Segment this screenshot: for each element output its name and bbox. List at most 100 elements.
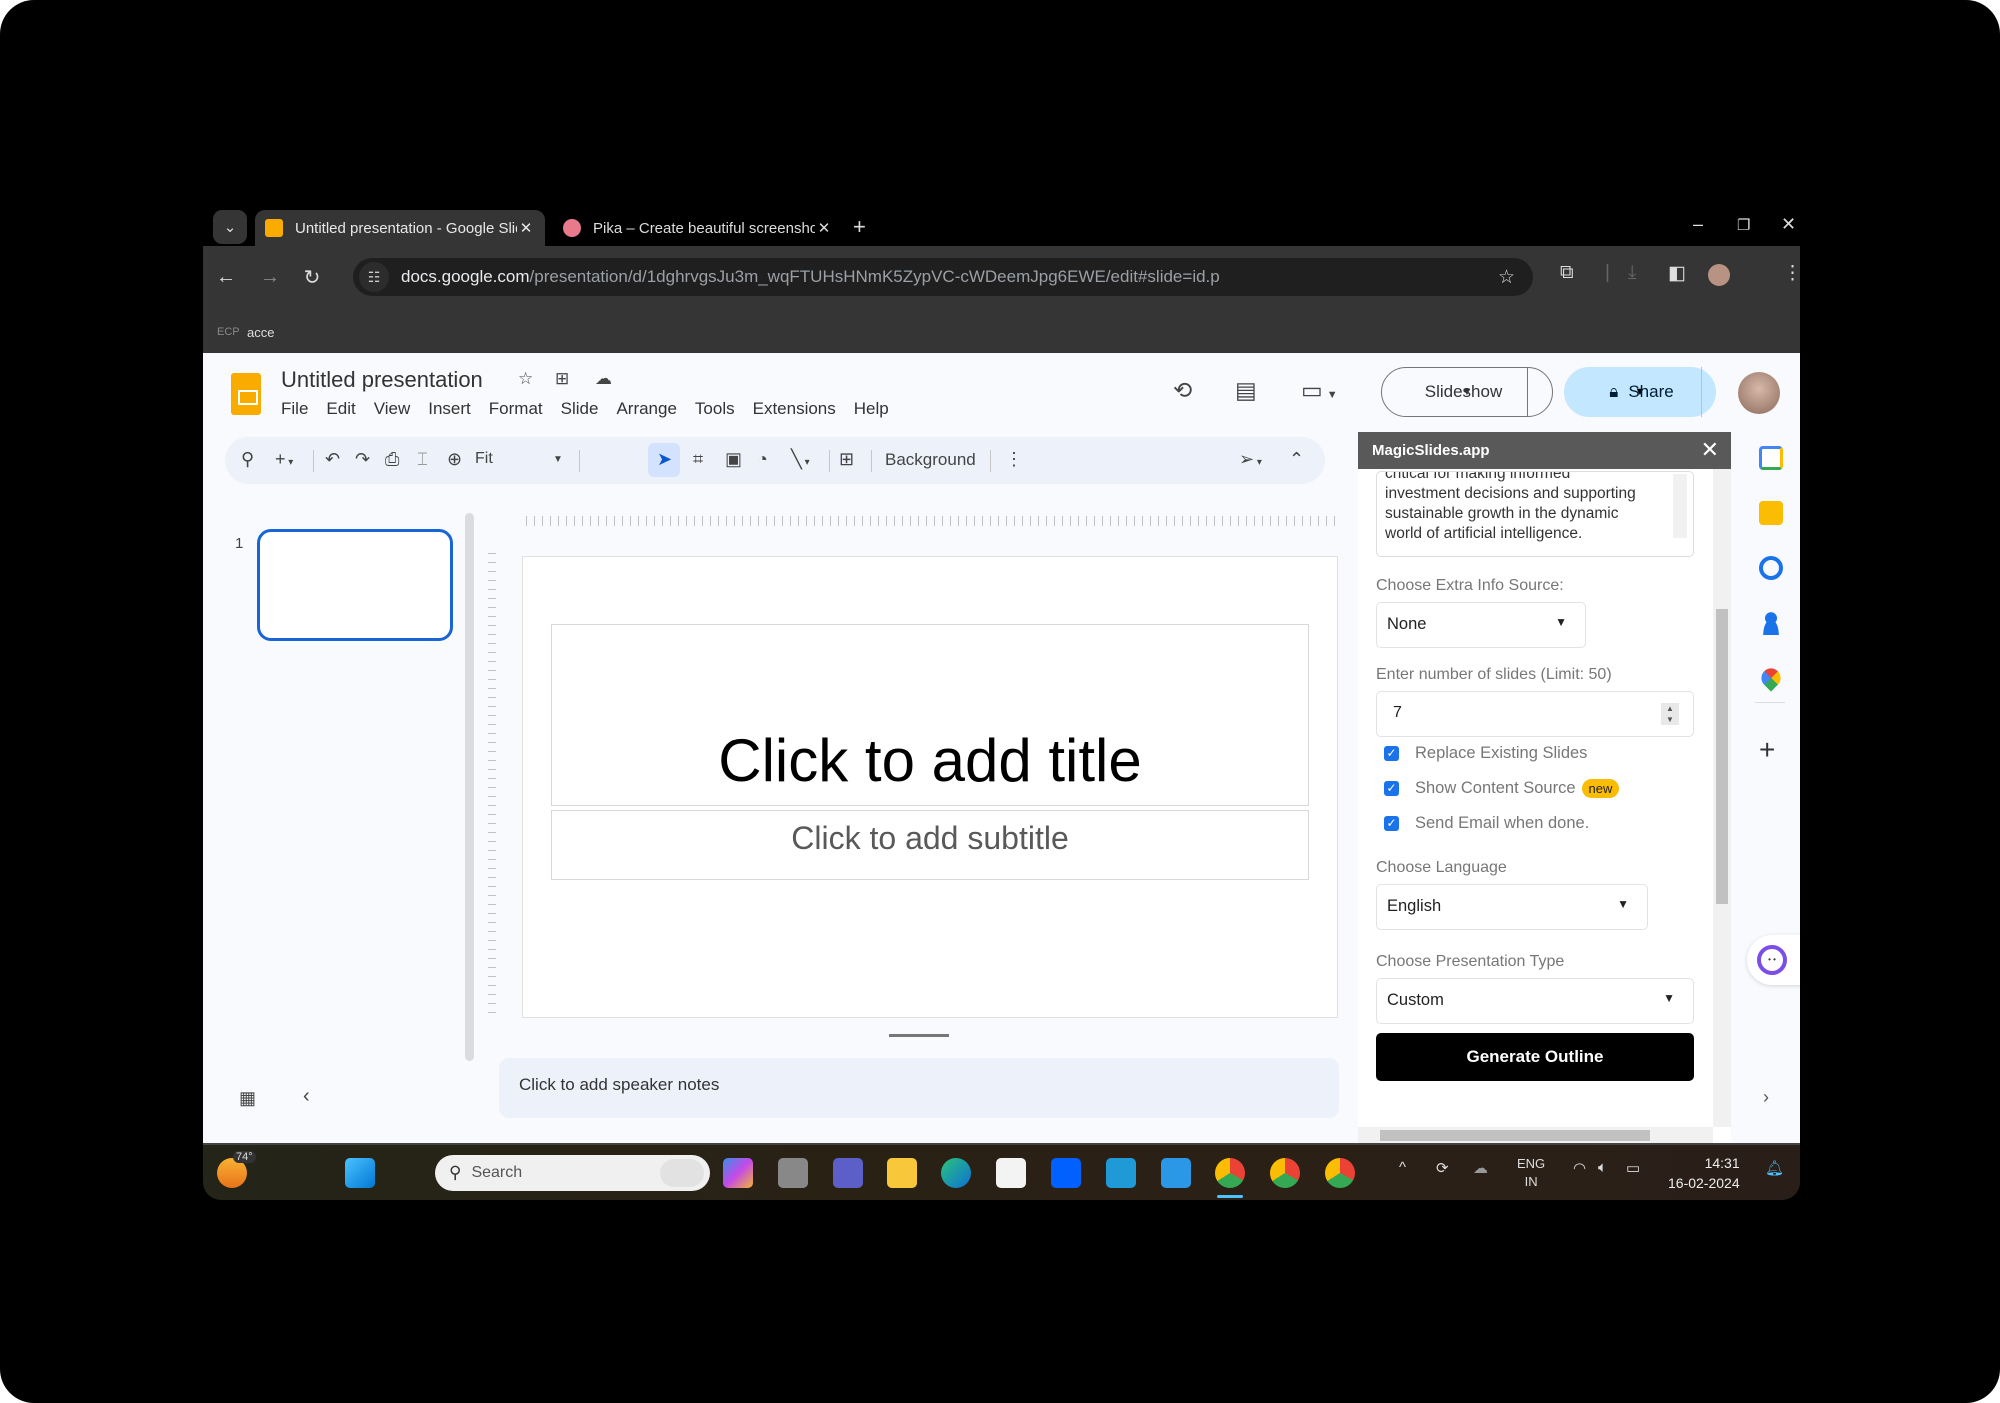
move-folder-icon[interactable]: ⊞: [555, 369, 569, 389]
chrome-profile-icon[interactable]: [1325, 1158, 1355, 1188]
zoom-icon[interactable]: ⊕: [447, 449, 462, 470]
dropbox-icon[interactable]: [1051, 1158, 1081, 1188]
menu-insert[interactable]: Insert: [428, 399, 471, 419]
more-menu-icon[interactable]: ⋮: [1783, 262, 1800, 285]
menu-help[interactable]: Help: [854, 399, 889, 419]
clock[interactable]: 14:31 16-02-2024: [1668, 1153, 1740, 1193]
notification-bell-icon[interactable]: 🔔︎: [1765, 1159, 1784, 1177]
site-info-icon[interactable]: ☷: [359, 262, 389, 292]
document-title[interactable]: Untitled presentation: [281, 367, 483, 393]
shape-icon[interactable]: ◔: [757, 449, 768, 470]
bookmark-item[interactable]: acce: [247, 325, 274, 340]
side-panel-icon[interactable]: ◧: [1668, 262, 1686, 285]
redo-icon[interactable]: ↷: [355, 449, 370, 470]
new-slide-icon[interactable]: + ▾: [275, 449, 293, 470]
maps-icon[interactable]: [1757, 664, 1785, 692]
extensions-icon[interactable]: ⧉: [1560, 262, 1574, 284]
line-icon[interactable]: ╲ ▾: [791, 449, 810, 470]
volume-icon[interactable]: 🔈︎: [1598, 1159, 1607, 1176]
more-options-icon[interactable]: ⋮: [1005, 449, 1023, 470]
slide-thumbnail[interactable]: [257, 529, 453, 641]
tab-pika[interactable]: Pika – Create beautiful screenshots ✕: [553, 210, 843, 246]
close-tab-icon[interactable]: ✕: [815, 219, 833, 237]
chrome-profile-icon[interactable]: [1270, 1158, 1300, 1188]
get-addons-icon[interactable]: +: [1759, 734, 1775, 766]
panel-vertical-scrollbar[interactable]: [1713, 469, 1731, 1127]
start-icon[interactable]: [345, 1158, 375, 1188]
close-tab-icon[interactable]: ✕: [517, 219, 535, 237]
extra-info-select[interactable]: None ▼: [1376, 602, 1586, 648]
undo-icon[interactable]: ↶: [325, 449, 340, 470]
text-box-icon[interactable]: ⌗: [693, 449, 703, 470]
menu-tools[interactable]: Tools: [695, 399, 735, 419]
collapse-filmstrip-icon[interactable]: ‹: [303, 1085, 310, 1108]
collapse-toolbar-icon[interactable]: ⌃: [1289, 449, 1304, 470]
scrollbar-thumb[interactable]: [1380, 1130, 1650, 1141]
contacts-icon[interactable]: [1759, 611, 1783, 635]
share-button[interactable]: 🔒︎ Share ▼: [1564, 367, 1716, 417]
address-bar[interactable]: ☷ docs.google.com/presentation/d/1dghrvg…: [353, 258, 1533, 296]
calendar-icon[interactable]: [1759, 446, 1783, 470]
menu-arrange[interactable]: Arrange: [616, 399, 676, 419]
print-icon[interactable]: ⎙: [385, 449, 399, 470]
tab-search-button[interactable]: ⌄: [213, 210, 247, 244]
meet-icon[interactable]: ▭ ▼: [1301, 377, 1338, 404]
menu-file[interactable]: File: [281, 399, 308, 419]
mail-icon[interactable]: [1161, 1158, 1191, 1188]
battery-icon[interactable]: ▭: [1626, 1159, 1640, 1177]
forward-icon[interactable]: →: [255, 262, 285, 292]
background-button[interactable]: Background: [885, 450, 976, 470]
version-history-icon[interactable]: ⟲: [1173, 377, 1192, 404]
close-panel-icon[interactable]: ✕: [1701, 437, 1719, 463]
menu-slide[interactable]: Slide: [561, 399, 599, 419]
cloud-off-icon[interactable]: ☁: [1473, 1159, 1488, 1177]
new-tab-button[interactable]: +: [853, 214, 866, 240]
replace-slides-checkbox[interactable]: ✓ Replace Existing Slides: [1384, 744, 1587, 763]
show-source-checkbox[interactable]: ✓ Show Content Source new: [1384, 779, 1620, 798]
wifi-icon[interactable]: ◠: [1573, 1159, 1586, 1177]
teams-icon[interactable]: [833, 1158, 863, 1188]
copilot-icon[interactable]: [660, 1159, 704, 1187]
speaker-notes[interactable]: Click to add speaker notes: [499, 1058, 1339, 1118]
slides-logo-icon[interactable]: [231, 373, 261, 415]
subtitle-placeholder[interactable]: Click to add subtitle: [551, 810, 1309, 880]
profile-avatar[interactable]: [1708, 264, 1730, 286]
pointer-mode-icon[interactable]: ➢ ▾: [1239, 449, 1262, 470]
bookmark-star-icon[interactable]: ☆: [1498, 266, 1515, 289]
presentation-type-select[interactable]: Custom ▼: [1376, 978, 1694, 1024]
show-hidden-icons[interactable]: ^: [1399, 1159, 1406, 1176]
zoom-dropdown-icon[interactable]: ▼: [553, 454, 563, 465]
topic-textarea[interactable]: critical for making informed investment …: [1376, 471, 1694, 557]
tasks-icon[interactable]: [1759, 556, 1783, 580]
textarea-scrollbar[interactable]: [1673, 474, 1687, 538]
close-window-icon[interactable]: ✕: [1781, 214, 1796, 235]
menu-format[interactable]: Format: [489, 399, 543, 419]
language-select[interactable]: English ▼: [1376, 884, 1648, 930]
menu-view[interactable]: View: [374, 399, 411, 419]
keep-icon[interactable]: [1759, 501, 1783, 525]
slideshow-label[interactable]: Slideshow: [1400, 368, 1528, 416]
image-icon[interactable]: ▣: [725, 449, 742, 470]
send-email-checkbox[interactable]: ✓ Send Email when done.: [1384, 814, 1589, 833]
reload-icon[interactable]: ↻: [297, 262, 327, 292]
number-spinner-icon[interactable]: ▲ ▼: [1661, 703, 1679, 725]
comments-icon[interactable]: ▤: [1235, 377, 1257, 404]
file-explorer-icon[interactable]: [887, 1158, 917, 1188]
paint-format-icon[interactable]: ⌶: [417, 449, 428, 470]
restore-icon[interactable]: ❐: [1737, 216, 1750, 234]
notes-resize-handle[interactable]: [889, 1034, 949, 1037]
generate-outline-button[interactable]: Generate Outline: [1376, 1033, 1694, 1081]
slideshow-button[interactable]: Slideshow ▼: [1381, 367, 1553, 417]
menu-extensions[interactable]: Extensions: [753, 399, 836, 419]
title-placeholder[interactable]: Click to add title: [551, 624, 1309, 806]
checkbox-checked-icon[interactable]: ✓: [1384, 746, 1399, 761]
tab-google-slides[interactable]: Untitled presentation - Google Slides ✕: [255, 210, 545, 246]
expand-side-panel-icon[interactable]: ›: [1763, 1087, 1769, 1108]
minimize-icon[interactable]: –: [1693, 214, 1703, 235]
zoom-select[interactable]: Fit: [475, 450, 493, 468]
menu-edit[interactable]: Edit: [326, 399, 355, 419]
insert-comment-icon[interactable]: ⊞: [839, 449, 854, 470]
star-icon[interactable]: ☆: [518, 369, 533, 389]
store-icon[interactable]: [996, 1158, 1026, 1188]
grid-view-icon[interactable]: ▦: [239, 1088, 256, 1109]
